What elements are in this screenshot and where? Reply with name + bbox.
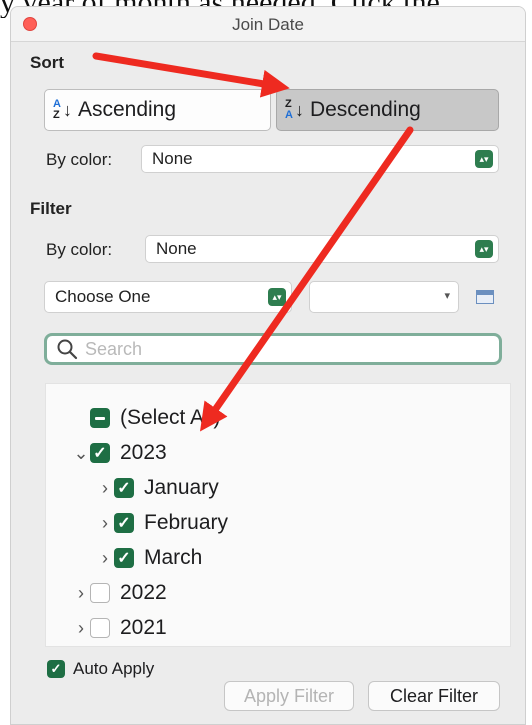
auto-apply-checkbox[interactable]: ✓ bbox=[47, 660, 65, 678]
filter-panel: Join Date Sort A Z ↓ Ascending Z A ↓ Des… bbox=[10, 6, 526, 725]
checkbox-march[interactable]: ✓ bbox=[114, 548, 134, 568]
chevron-right-icon[interactable]: › bbox=[96, 513, 114, 534]
auto-apply-label: Auto Apply bbox=[73, 659, 155, 678]
stepper-icon: ▴▾ bbox=[475, 150, 493, 168]
ascending-label: Ascending bbox=[77, 98, 177, 121]
auto-apply-row[interactable]: ✓ Auto Apply bbox=[47, 659, 154, 679]
year-2021-label: 2021 bbox=[120, 616, 167, 639]
window-title: Join Date bbox=[232, 15, 304, 34]
descending-button[interactable]: Z A ↓ Descending bbox=[276, 89, 499, 131]
select-all-checkbox[interactable] bbox=[90, 408, 110, 428]
tree-row-february[interactable]: › ✓ February bbox=[96, 511, 228, 535]
tree-row-2023[interactable]: ⌄ ✓ 2023 bbox=[72, 441, 167, 465]
clear-filter-button[interactable]: Clear Filter bbox=[368, 681, 500, 711]
tree-row-january[interactable]: › ✓ January bbox=[96, 476, 219, 500]
tree-row-2021[interactable]: › 2021 bbox=[72, 616, 167, 640]
sort-section-label: Sort bbox=[30, 53, 64, 72]
tree-row-select-all[interactable]: (Select All) bbox=[72, 406, 220, 430]
chevron-right-icon[interactable]: › bbox=[96, 478, 114, 499]
condition-value: Choose One bbox=[55, 287, 151, 306]
checkbox-2023[interactable]: ✓ bbox=[90, 443, 110, 463]
filter-by-color-label: By color: bbox=[46, 240, 113, 259]
filter-value-tree[interactable]: (Select All) ⌄ ✓ 2023 › ✓ January › ✓ Fe… bbox=[45, 383, 511, 647]
stepper-icon: ▴▾ bbox=[475, 240, 493, 258]
tree-row-2022[interactable]: › 2022 bbox=[72, 581, 167, 605]
apply-filter-button[interactable]: Apply Filter bbox=[224, 681, 354, 711]
sort-by-color-select[interactable]: None ▴▾ bbox=[141, 145, 499, 173]
sort-ascending-icon: A Z bbox=[53, 98, 61, 121]
january-label: January bbox=[144, 476, 219, 499]
year-2022-label: 2022 bbox=[120, 581, 167, 604]
chevron-right-icon[interactable]: › bbox=[72, 618, 90, 639]
chevron-down-icon[interactable]: ▾ bbox=[444, 289, 450, 302]
filter-by-color-select[interactable]: None ▴▾ bbox=[145, 235, 499, 263]
filter-by-color-value: None bbox=[156, 239, 197, 258]
checkbox-2021[interactable] bbox=[90, 618, 110, 638]
down-arrow-icon: ↓ bbox=[62, 99, 72, 120]
calendar-icon[interactable] bbox=[476, 290, 494, 304]
search-placeholder: Search bbox=[85, 338, 143, 359]
descending-label: Descending bbox=[309, 98, 421, 121]
condition-select[interactable]: Choose One ▴▾ bbox=[44, 281, 292, 313]
chevron-right-icon[interactable]: › bbox=[96, 548, 114, 569]
filter-section-label: Filter bbox=[30, 199, 72, 218]
checkbox-january[interactable]: ✓ bbox=[114, 478, 134, 498]
tree-row-march[interactable]: › ✓ March bbox=[96, 546, 202, 570]
condition-value-combobox[interactable]: ▾ bbox=[309, 281, 459, 313]
ascending-button[interactable]: A Z ↓ Ascending bbox=[44, 89, 271, 131]
checkbox-february[interactable]: ✓ bbox=[114, 513, 134, 533]
chevron-down-icon[interactable]: ⌄ bbox=[72, 443, 90, 464]
march-label: March bbox=[144, 546, 203, 569]
february-label: February bbox=[144, 511, 229, 534]
down-arrow-icon: ↓ bbox=[294, 99, 304, 120]
checkbox-2022[interactable] bbox=[90, 583, 110, 603]
sort-by-color-label: By color: bbox=[46, 150, 113, 169]
titlebar: Join Date bbox=[11, 7, 525, 42]
chevron-right-icon[interactable]: › bbox=[72, 583, 90, 604]
search-icon bbox=[57, 339, 78, 360]
stepper-icon: ▴▾ bbox=[268, 288, 286, 306]
select-all-label: (Select All) bbox=[120, 406, 221, 429]
search-input[interactable]: Search bbox=[44, 333, 502, 365]
sort-descending-icon: Z A bbox=[285, 98, 293, 121]
year-2023-label: 2023 bbox=[120, 441, 167, 464]
sort-by-color-value: None bbox=[152, 149, 193, 168]
